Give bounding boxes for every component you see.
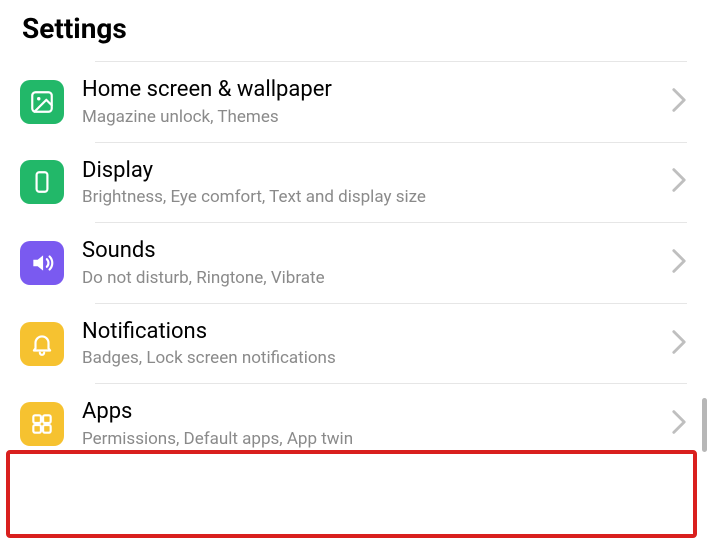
page-title: Settings [0,0,715,61]
row-title: Apps [82,398,661,426]
chevron-right-icon [671,329,687,359]
apps-icon [20,402,64,446]
row-title: Display [82,157,661,185]
row-subtitle: Badges, Lock screen notifications [82,347,661,369]
settings-row-display[interactable]: Display Brightness, Eye comfort, Text an… [20,143,687,223]
row-subtitle: Do not disturb, Ringtone, Vibrate [82,267,661,289]
row-text: Sounds Do not disturb, Ringtone, Vibrate [82,237,661,289]
settings-row-sounds[interactable]: Sounds Do not disturb, Ringtone, Vibrate [20,223,687,303]
row-text: Apps Permissions, Default apps, App twin [82,398,661,450]
settings-row-notifications[interactable]: Notifications Badges, Lock screen notifi… [20,304,687,384]
settings-list: Home screen & wallpaper Magazine unlock,… [0,61,715,464]
row-title: Home screen & wallpaper [82,76,661,104]
chevron-right-icon [671,248,687,278]
wallpaper-icon [20,80,64,124]
row-title: Notifications [82,318,661,346]
sound-icon [20,241,64,285]
bell-icon [20,322,64,366]
chevron-right-icon [671,167,687,197]
row-text: Display Brightness, Eye comfort, Text an… [82,157,661,209]
row-title: Sounds [82,237,661,265]
chevron-right-icon [671,409,687,439]
scrollbar-thumb[interactable] [702,398,707,452]
display-icon [20,160,64,204]
settings-row-home-screen-wallpaper[interactable]: Home screen & wallpaper Magazine unlock,… [20,62,687,142]
row-subtitle: Brightness, Eye comfort, Text and displa… [82,186,661,208]
settings-row-apps[interactable]: Apps Permissions, Default apps, App twin [20,384,687,464]
row-text: Home screen & wallpaper Magazine unlock,… [82,76,661,128]
chevron-right-icon [671,87,687,117]
row-subtitle: Magazine unlock, Themes [82,106,661,128]
row-text: Notifications Badges, Lock screen notifi… [82,318,661,370]
row-subtitle: Permissions, Default apps, App twin [82,428,661,450]
